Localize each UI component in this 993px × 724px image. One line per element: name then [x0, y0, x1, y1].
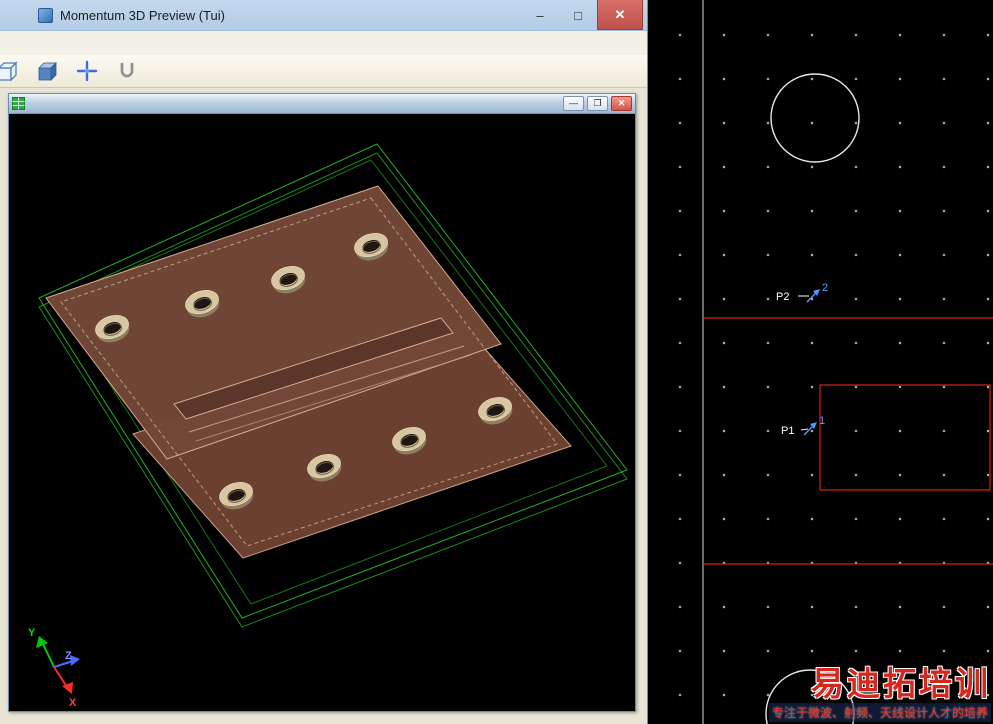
axis-x-label: X [69, 697, 77, 709]
child-caption-buttons: — ❐ ✕ [563, 96, 632, 111]
window-title: Momentum 3D Preview (Tui) [60, 7, 225, 23]
menu-strip [0, 31, 647, 55]
child-minimize-button[interactable]: — [563, 96, 584, 111]
mdi-client-area: — ❐ ✕ Y Z X [0, 88, 647, 724]
circle-shape-top[interactable] [770, 73, 860, 163]
caption-buttons: – □ ✕ [521, 0, 647, 30]
port-p1[interactable]: P1 1 [781, 415, 825, 437]
circle-shape-bottom[interactable] [765, 669, 855, 724]
momentum-3d-preview-window: Momentum 3D Preview (Tui) – □ ✕ — ❐ ✕ Y … [0, 0, 648, 724]
child-close-button[interactable]: ✕ [611, 96, 632, 111]
close-button[interactable]: ✕ [597, 0, 643, 30]
port-p2[interactable]: P2 2 [776, 282, 828, 303]
copper-plates [45, 185, 572, 559]
port-label: P1 [781, 425, 794, 437]
layout-drawing[interactable]: P2 2 P1 1 [648, 0, 993, 724]
magnet-icon[interactable] [115, 59, 139, 83]
child-maximize-button[interactable]: ❐ [587, 96, 608, 111]
trace-outlines[interactable] [703, 317, 993, 565]
solid-cube-icon[interactable] [35, 59, 59, 83]
layout-canvas[interactable]: P2 2 P1 1 易迪拓培训 专注于微波、射频、天线设计人才的培养 [648, 0, 993, 724]
axis-triad: Y Z X [28, 627, 80, 709]
child-titlebar[interactable]: — ❐ ✕ [9, 94, 635, 114]
preview-child-window: — ❐ ✕ Y Z X [8, 93, 636, 712]
trace-rect[interactable] [819, 384, 991, 491]
app-icon [38, 8, 53, 23]
pcb-3d-scene[interactable]: Y Z X [9, 114, 635, 712]
toolbar [0, 55, 647, 88]
3d-viewport[interactable]: Y Z X [9, 114, 635, 711]
port-pin-number: 1 [819, 415, 825, 427]
axes-cross-icon[interactable] [75, 59, 99, 83]
axis-z-label: Z [65, 650, 72, 662]
minimize-button[interactable]: – [521, 0, 559, 30]
port-label: P2 [776, 291, 789, 303]
wireframe-cube-icon[interactable] [0, 59, 19, 83]
titlebar[interactable]: Momentum 3D Preview (Tui) – □ ✕ [0, 0, 647, 31]
axis-y-label: Y [28, 627, 36, 639]
maximize-button[interactable]: □ [559, 0, 597, 30]
port-pin-number: 2 [822, 282, 828, 294]
layers-grid-icon [12, 97, 25, 110]
